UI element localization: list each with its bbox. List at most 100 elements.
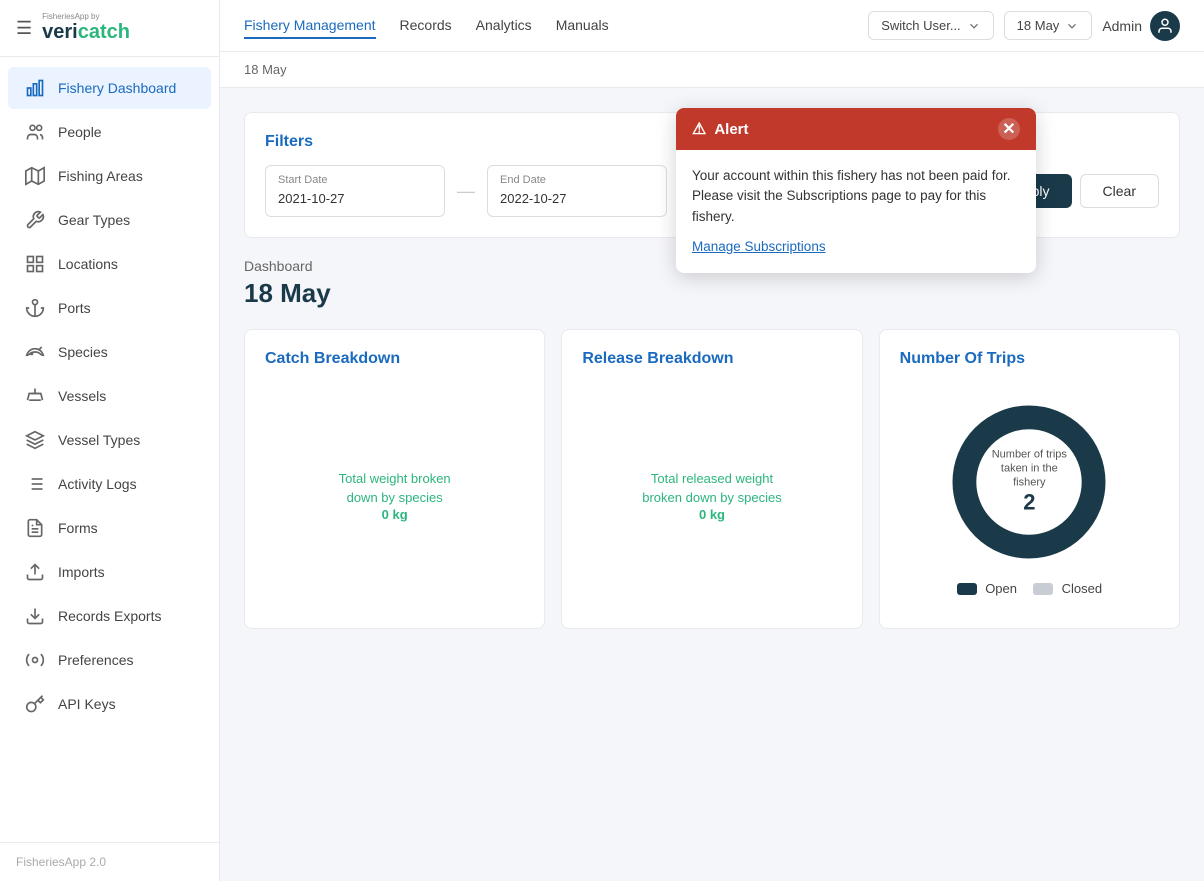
preferences-icon: [24, 649, 46, 671]
logo-small: FisheriesApp by: [42, 12, 99, 21]
admin-avatar: [1150, 11, 1180, 41]
sidebar-footer: FisheriesApp 2.0: [0, 842, 219, 881]
topnav-items: Fishery Management Records Analytics Man…: [244, 13, 609, 39]
legend-open-dot: [957, 583, 977, 595]
hamburger-icon[interactable]: ☰: [16, 18, 32, 39]
activity-logs-icon: [24, 473, 46, 495]
sidebar-item-api-keys[interactable]: API Keys: [8, 683, 211, 725]
sidebar-item-gear-types-label: Gear Types: [58, 212, 130, 228]
legend-closed-dot: [1033, 583, 1053, 595]
catch-breakdown-body: Total weight brokendown by species 0 kg: [265, 384, 524, 608]
sidebar-item-records-exports[interactable]: Records Exports: [8, 595, 211, 637]
sidebar-item-api-keys-label: API Keys: [58, 696, 116, 712]
sidebar-item-activity-logs[interactable]: Activity Logs: [8, 463, 211, 505]
sidebar-item-species-label: Species: [58, 344, 108, 360]
top-navigation: Fishery Management Records Analytics Man…: [220, 0, 1204, 52]
manage-subscriptions-link[interactable]: Manage Subscriptions: [692, 237, 1020, 257]
sidebar-item-preferences-label: Preferences: [58, 652, 133, 668]
admin-section[interactable]: Admin: [1102, 11, 1180, 41]
sidebar-item-fishery-dashboard-label: Fishery Dashboard: [58, 80, 176, 96]
sidebar-item-vessel-types-label: Vessel Types: [58, 432, 140, 448]
sidebar-item-locations[interactable]: Locations: [8, 243, 211, 285]
donut-center-label: Number of trips taken in the fishery: [989, 447, 1069, 490]
sidebar: ☰ FisheriesApp by vericatch Fishery Dash…: [0, 0, 220, 881]
vessel-types-icon: [24, 429, 46, 451]
sidebar-item-fishery-dashboard[interactable]: Fishery Dashboard: [8, 67, 211, 109]
sidebar-item-fishing-areas-label: Fishing Areas: [58, 168, 143, 184]
anchor-icon: [24, 297, 46, 319]
number-of-trips-title: Number Of Trips: [900, 350, 1159, 368]
start-date-field[interactable]: Start Date: [265, 165, 445, 217]
end-date-field[interactable]: End Date: [487, 165, 667, 217]
release-breakdown-body: Total released weightbroken down by spec…: [582, 384, 841, 608]
alert-body: Your account within this fishery has not…: [676, 150, 1036, 273]
sidebar-item-preferences[interactable]: Preferences: [8, 639, 211, 681]
alert-overlay: ⚠ Alert ✕ Your account within this fishe…: [676, 108, 1036, 273]
donut-legend: Open Closed: [957, 581, 1103, 596]
sidebar-item-people[interactable]: People: [8, 111, 211, 153]
sidebar-item-ports-label: Ports: [58, 300, 91, 316]
map-icon: [24, 165, 46, 187]
legend-closed: Closed: [1033, 581, 1102, 596]
topnav-right: Switch User... 18 May Admin: [868, 11, 1180, 41]
app-version: FisheriesApp 2.0: [16, 855, 106, 869]
sidebar-item-records-exports-label: Records Exports: [58, 608, 161, 624]
alert-title: Alert: [714, 121, 748, 138]
filter-separator: —: [457, 181, 475, 202]
sidebar-item-species[interactable]: Species: [8, 331, 211, 373]
end-date-input[interactable]: [500, 191, 654, 206]
sidebar-item-activity-logs-label: Activity Logs: [58, 476, 137, 492]
number-of-trips-card: Number Of Trips Number of trips taken in…: [879, 329, 1180, 629]
catch-breakdown-value: 0 kg: [382, 507, 408, 522]
donut-center-number: 2: [989, 490, 1069, 516]
sidebar-item-forms-label: Forms: [58, 520, 98, 536]
clear-button[interactable]: Clear: [1080, 174, 1159, 208]
gear-icon: [24, 209, 46, 231]
switch-user-button[interactable]: Switch User...: [868, 11, 993, 40]
sidebar-item-ports[interactable]: Ports: [8, 287, 211, 329]
legend-open-label: Open: [985, 581, 1017, 596]
api-keys-icon: [24, 693, 46, 715]
locations-icon: [24, 253, 46, 275]
subheader: 18 May: [220, 52, 1204, 88]
donut-chart: Number of trips taken in the fishery 2: [944, 397, 1114, 567]
sidebar-item-gear-types[interactable]: Gear Types: [8, 199, 211, 241]
release-breakdown-label: Total released weightbroken down by spec…: [642, 470, 781, 506]
release-breakdown-title: Release Breakdown: [582, 350, 841, 368]
legend-closed-label: Closed: [1062, 581, 1102, 596]
alert-message: Your account within this fishery has not…: [692, 168, 1010, 224]
legend-open: Open: [957, 581, 1017, 596]
subheader-date: 18 May: [244, 62, 287, 77]
cards-grid: Catch Breakdown Total weight brokendown …: [244, 329, 1180, 629]
sidebar-header: ☰ FisheriesApp by vericatch: [0, 0, 219, 57]
logo-main: vericatch: [42, 21, 130, 44]
start-date-label: Start Date: [278, 174, 432, 186]
donut-center-text: Number of trips taken in the fishery 2: [989, 447, 1069, 516]
topnav-fishery-management[interactable]: Fishery Management: [244, 13, 376, 39]
start-date-input[interactable]: [278, 191, 432, 206]
topnav-manuals[interactable]: Manuals: [556, 13, 609, 39]
main-content: Fishery Management Records Analytics Man…: [220, 0, 1204, 881]
donut-container: Number of trips taken in the fishery 2 O…: [900, 384, 1159, 608]
sidebar-item-vessels[interactable]: Vessels: [8, 375, 211, 417]
alert-close-button[interactable]: ✕: [998, 118, 1020, 140]
topnav-records[interactable]: Records: [400, 13, 452, 39]
catch-breakdown-card: Catch Breakdown Total weight brokendown …: [244, 329, 545, 629]
sidebar-item-imports[interactable]: Imports: [8, 551, 211, 593]
sidebar-item-forms[interactable]: Forms: [8, 507, 211, 549]
catch-breakdown-label: Total weight brokendown by species: [339, 470, 451, 506]
content-area: ⚠ Alert ✕ Your account within this fishe…: [220, 88, 1204, 881]
topnav-analytics[interactable]: Analytics: [476, 13, 532, 39]
date-selector[interactable]: 18 May: [1004, 11, 1093, 40]
dashboard-date: 18 May: [244, 278, 1180, 309]
sidebar-item-fishing-areas[interactable]: Fishing Areas: [8, 155, 211, 197]
catch-breakdown-title: Catch Breakdown: [265, 350, 524, 368]
sidebar-item-vessel-types[interactable]: Vessel Types: [8, 419, 211, 461]
alert-box: ⚠ Alert ✕ Your account within this fishe…: [676, 108, 1036, 273]
records-exports-icon: [24, 605, 46, 627]
people-icon: [24, 121, 46, 143]
alert-warning-icon: ⚠: [692, 119, 706, 139]
release-breakdown-card: Release Breakdown Total released weightb…: [561, 329, 862, 629]
sidebar-item-vessels-label: Vessels: [58, 388, 106, 404]
sidebar-nav: Fishery Dashboard People Fishing Areas G…: [0, 57, 219, 842]
